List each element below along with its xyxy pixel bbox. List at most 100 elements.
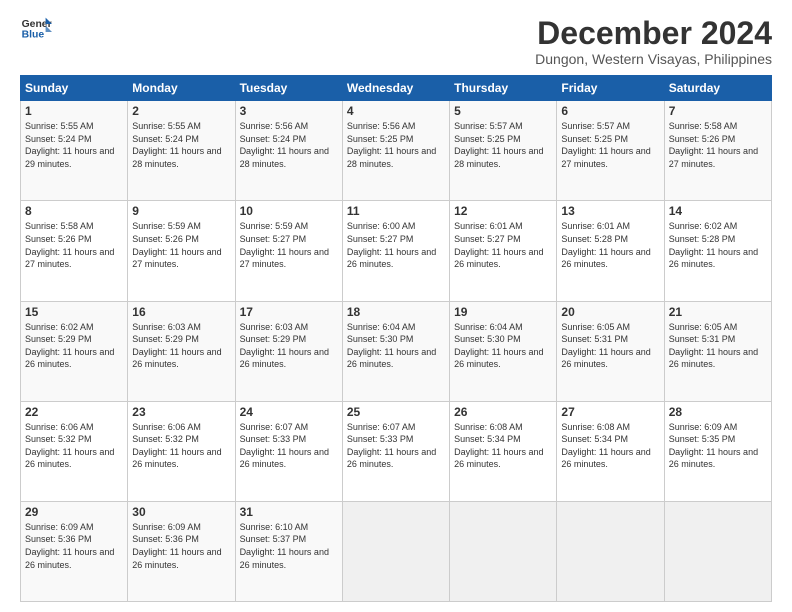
logo: General Blue bbox=[20, 16, 52, 44]
table-row: 29 Sunrise: 6:09 AMSunset: 5:36 PMDayligh… bbox=[21, 501, 128, 601]
day-number: 11 bbox=[347, 204, 445, 218]
table-row: 17 Sunrise: 6:03 AMSunset: 5:29 PMDayligh… bbox=[235, 301, 342, 401]
table-row: 22Sunrise: 6:06 AMSunset: 5:32 PMDayligh… bbox=[21, 401, 128, 501]
day-info: Sunrise: 5:58 AMSunset: 5:26 PMDaylight:… bbox=[669, 121, 758, 169]
table-row: 25Sunrise: 6:07 AMSunset: 5:33 PMDayligh… bbox=[342, 401, 449, 501]
day-number: 10 bbox=[240, 204, 338, 218]
day-info: Sunrise: 6:00 AMSunset: 5:27 PMDaylight:… bbox=[347, 221, 436, 269]
day-number: 1 bbox=[25, 104, 123, 118]
month-title: December 2024 bbox=[535, 16, 772, 51]
col-sunday: Sunday bbox=[21, 76, 128, 101]
day-number: 26 bbox=[454, 405, 552, 419]
day-info: Sunrise: 5:55 AMSunset: 5:24 PMDaylight:… bbox=[132, 121, 221, 169]
day-info: Sunrise: 6:08 AMSunset: 5:34 PMDaylight:… bbox=[454, 422, 543, 470]
day-number: 13 bbox=[561, 204, 659, 218]
calendar-table: Sunday Monday Tuesday Wednesday Thursday… bbox=[20, 75, 772, 602]
day-number: 3 bbox=[240, 104, 338, 118]
day-number: 18 bbox=[347, 305, 445, 319]
svg-text:Blue: Blue bbox=[22, 30, 45, 41]
table-row: 14 Sunrise: 6:02 AMSunset: 5:28 PMDayligh… bbox=[664, 201, 771, 301]
day-info: Sunrise: 6:02 AMSunset: 5:28 PMDaylight:… bbox=[669, 221, 758, 269]
table-row: 20Sunrise: 6:05 AMSunset: 5:31 PMDayligh… bbox=[557, 301, 664, 401]
day-number: 22 bbox=[25, 405, 123, 419]
day-number: 17 bbox=[240, 305, 338, 319]
day-info: Sunrise: 6:01 AMSunset: 5:28 PMDaylight:… bbox=[561, 221, 650, 269]
table-row: 16 Sunrise: 6:03 AMSunset: 5:29 PMDayligh… bbox=[128, 301, 235, 401]
day-number: 4 bbox=[347, 104, 445, 118]
day-info: Sunrise: 6:09 AMSunset: 5:35 PMDaylight:… bbox=[669, 422, 758, 470]
col-friday: Friday bbox=[557, 76, 664, 101]
col-tuesday: Tuesday bbox=[235, 76, 342, 101]
table-row: 28 Sunrise: 6:09 AMSunset: 5:35 PMDayligh… bbox=[664, 401, 771, 501]
day-number: 14 bbox=[669, 204, 767, 218]
col-saturday: Saturday bbox=[664, 76, 771, 101]
day-info: Sunrise: 5:59 AMSunset: 5:26 PMDaylight:… bbox=[132, 221, 221, 269]
calendar-week-row: 15 Sunrise: 6:02 AMSunset: 5:29 PMDayligh… bbox=[21, 301, 772, 401]
day-number: 5 bbox=[454, 104, 552, 118]
table-row: 3 Sunrise: 5:56 AMSunset: 5:24 PMDaylight… bbox=[235, 101, 342, 201]
day-number: 24 bbox=[240, 405, 338, 419]
day-number: 16 bbox=[132, 305, 230, 319]
logo-icon: General Blue bbox=[20, 16, 52, 44]
table-row: 5 Sunrise: 5:57 AMSunset: 5:25 PMDaylight… bbox=[450, 101, 557, 201]
table-row: 8Sunrise: 5:58 AMSunset: 5:26 PMDaylight… bbox=[21, 201, 128, 301]
day-number: 28 bbox=[669, 405, 767, 419]
page: General Blue December 2024 Dungon, Weste… bbox=[0, 0, 792, 612]
day-info: Sunrise: 5:56 AMSunset: 5:24 PMDaylight:… bbox=[240, 121, 329, 169]
day-number: 9 bbox=[132, 204, 230, 218]
table-row bbox=[557, 501, 664, 601]
day-info: Sunrise: 5:56 AMSunset: 5:25 PMDaylight:… bbox=[347, 121, 436, 169]
day-info: Sunrise: 6:03 AMSunset: 5:29 PMDaylight:… bbox=[132, 322, 221, 370]
title-area: December 2024 Dungon, Western Visayas, P… bbox=[535, 16, 772, 67]
day-info: Sunrise: 6:06 AMSunset: 5:32 PMDaylight:… bbox=[132, 422, 221, 470]
day-info: Sunrise: 5:57 AMSunset: 5:25 PMDaylight:… bbox=[454, 121, 543, 169]
day-info: Sunrise: 5:55 AMSunset: 5:24 PMDaylight:… bbox=[25, 121, 114, 169]
calendar-week-row: 29 Sunrise: 6:09 AMSunset: 5:36 PMDayligh… bbox=[21, 501, 772, 601]
day-number: 31 bbox=[240, 505, 338, 519]
day-number: 23 bbox=[132, 405, 230, 419]
calendar-week-row: 22 Sunrise: 6:06 AMSunset: 5:32 PMDayligh… bbox=[21, 401, 772, 501]
calendar-header-row: Sunday Monday Tuesday Wednesday Thursday… bbox=[21, 76, 772, 101]
day-info: Sunrise: 6:05 AMSunset: 5:31 PMDaylight:… bbox=[669, 322, 758, 370]
table-row: 11 Sunrise: 6:00 AMSunset: 5:27 PMDayligh… bbox=[342, 201, 449, 301]
day-number: 6 bbox=[561, 104, 659, 118]
table-row: 30Sunrise: 6:09 AMSunset: 5:36 PMDayligh… bbox=[128, 501, 235, 601]
table-row: 18 Sunrise: 6:04 AMSunset: 5:30 PMDayligh… bbox=[342, 301, 449, 401]
day-number: 7 bbox=[669, 104, 767, 118]
location: Dungon, Western Visayas, Philippines bbox=[535, 51, 772, 67]
day-number: 15 bbox=[25, 305, 123, 319]
table-row: 9 Sunrise: 5:59 AMSunset: 5:26 PMDaylight… bbox=[128, 201, 235, 301]
table-row: 15 Sunrise: 6:02 AMSunset: 5:29 PMDayligh… bbox=[21, 301, 128, 401]
header: General Blue December 2024 Dungon, Weste… bbox=[20, 16, 772, 67]
day-info: Sunrise: 6:01 AMSunset: 5:27 PMDaylight:… bbox=[454, 221, 543, 269]
table-row: 13 Sunrise: 6:01 AMSunset: 5:28 PMDayligh… bbox=[557, 201, 664, 301]
table-row: 2 Sunrise: 5:55 AMSunset: 5:24 PMDaylight… bbox=[128, 101, 235, 201]
table-row bbox=[664, 501, 771, 601]
day-info: Sunrise: 6:04 AMSunset: 5:30 PMDaylight:… bbox=[347, 322, 436, 370]
table-row: 26 Sunrise: 6:08 AMSunset: 5:34 PMDayligh… bbox=[450, 401, 557, 501]
table-row: 7 Sunrise: 5:58 AMSunset: 5:26 PMDaylight… bbox=[664, 101, 771, 201]
day-info: Sunrise: 6:07 AMSunset: 5:33 PMDaylight:… bbox=[347, 422, 436, 470]
day-info: Sunrise: 6:07 AMSunset: 5:33 PMDaylight:… bbox=[240, 422, 329, 470]
day-number: 2 bbox=[132, 104, 230, 118]
col-wednesday: Wednesday bbox=[342, 76, 449, 101]
col-thursday: Thursday bbox=[450, 76, 557, 101]
day-info: Sunrise: 5:57 AMSunset: 5:25 PMDaylight:… bbox=[561, 121, 650, 169]
table-row: 24 Sunrise: 6:07 AMSunset: 5:33 PMDayligh… bbox=[235, 401, 342, 501]
day-info: Sunrise: 6:08 AMSunset: 5:34 PMDaylight:… bbox=[561, 422, 650, 470]
table-row: 6 Sunrise: 5:57 AMSunset: 5:25 PMDaylight… bbox=[557, 101, 664, 201]
day-info: Sunrise: 6:05 AMSunset: 5:31 PMDaylight:… bbox=[561, 322, 650, 370]
day-info: Sunrise: 6:02 AMSunset: 5:29 PMDaylight:… bbox=[25, 322, 114, 370]
day-info: Sunrise: 6:03 AMSunset: 5:29 PMDaylight:… bbox=[240, 322, 329, 370]
table-row: 4 Sunrise: 5:56 AMSunset: 5:25 PMDaylight… bbox=[342, 101, 449, 201]
table-row: 21 Sunrise: 6:05 AMSunset: 5:31 PMDayligh… bbox=[664, 301, 771, 401]
col-monday: Monday bbox=[128, 76, 235, 101]
day-number: 12 bbox=[454, 204, 552, 218]
day-number: 29 bbox=[25, 505, 123, 519]
day-info: Sunrise: 6:04 AMSunset: 5:30 PMDaylight:… bbox=[454, 322, 543, 370]
table-row: 12 Sunrise: 6:01 AMSunset: 5:27 PMDayligh… bbox=[450, 201, 557, 301]
table-row bbox=[342, 501, 449, 601]
day-number: 21 bbox=[669, 305, 767, 319]
day-info: Sunrise: 6:09 AMSunset: 5:36 PMDaylight:… bbox=[25, 522, 114, 570]
table-row: 10Sunrise: 5:59 AMSunset: 5:27 PMDayligh… bbox=[235, 201, 342, 301]
